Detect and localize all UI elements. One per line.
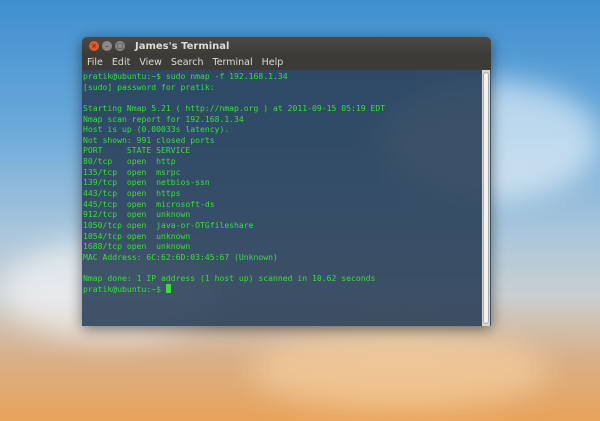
menu-view[interactable]: View — [139, 57, 162, 68]
terminal-line: 1050/tcp open java-or-OTGfileshare — [83, 219, 254, 230]
terminal-line: 445/tcp open microsoft-ds — [83, 198, 215, 209]
terminal-line: 80/tcp open http — [83, 156, 176, 167]
cloud — [250, 330, 550, 410]
close-icon[interactable]: × — [89, 41, 99, 51]
scrollbar-thumb[interactable] — [483, 72, 489, 324]
scrollbar[interactable] — [482, 70, 490, 326]
terminal-line: pratik@ubuntu:~$ sudo nmap -f 192.168.1.… — [83, 71, 288, 81]
cursor — [165, 283, 171, 293]
terminal-line: 139/tcp open netbios-ssn — [83, 177, 210, 188]
terminal-window: × – □ James's Terminal File Edit View Se… — [82, 37, 491, 326]
prompt-line[interactable]: pratik@ubuntu:~$ — [83, 283, 481, 295]
minimize-icon[interactable]: – — [102, 41, 112, 51]
terminal-line: Host is up (0.00033s latency). — [83, 124, 230, 135]
menu-bar: File Edit View Search Terminal Help — [82, 55, 491, 70]
terminal-content[interactable]: pratik@ubuntu:~$ sudo nmap -f 192.168.1.… — [82, 70, 491, 326]
terminal-line: Not shown: 991 closed ports — [83, 134, 215, 145]
terminal-line: 912/tcp open unknown — [83, 209, 191, 220]
title-bar[interactable]: × – □ James's Terminal — [82, 37, 491, 55]
terminal-line: Starting Nmap 5.21 ( http://nmap.org ) a… — [83, 102, 386, 113]
maximize-icon[interactable]: □ — [115, 41, 125, 51]
menu-terminal[interactable]: Terminal — [213, 57, 253, 68]
menu-edit[interactable]: Edit — [112, 57, 130, 68]
menu-help[interactable]: Help — [262, 57, 284, 68]
terminal-line: Nmap scan report for 192.168.1.34 — [83, 113, 244, 124]
menu-search[interactable]: Search — [171, 57, 204, 68]
prompt: pratik@ubuntu:~$ — [83, 283, 166, 294]
terminal-line: 1054/tcp open unknown — [83, 230, 191, 241]
terminal-line: Nmap done: 1 IP address (1 host up) scan… — [83, 273, 376, 284]
window-title: James's Terminal — [135, 40, 230, 52]
menu-file[interactable]: File — [87, 57, 103, 68]
terminal-line: 135/tcp open msrpc — [83, 166, 181, 177]
terminal-line: PORT STATE SERVICE — [83, 145, 191, 156]
terminal-line: [sudo] password for pratik: — [83, 81, 215, 92]
terminal-line: MAC Address: 6C:62:6D:03:45:67 (Unknown) — [83, 251, 278, 262]
terminal-output: pratik@ubuntu:~$ sudo nmap -f 192.168.1.… — [83, 71, 481, 294]
terminal-line: 1688/tcp open unknown — [83, 241, 191, 252]
terminal-line: 443/tcp open https — [83, 188, 181, 199]
